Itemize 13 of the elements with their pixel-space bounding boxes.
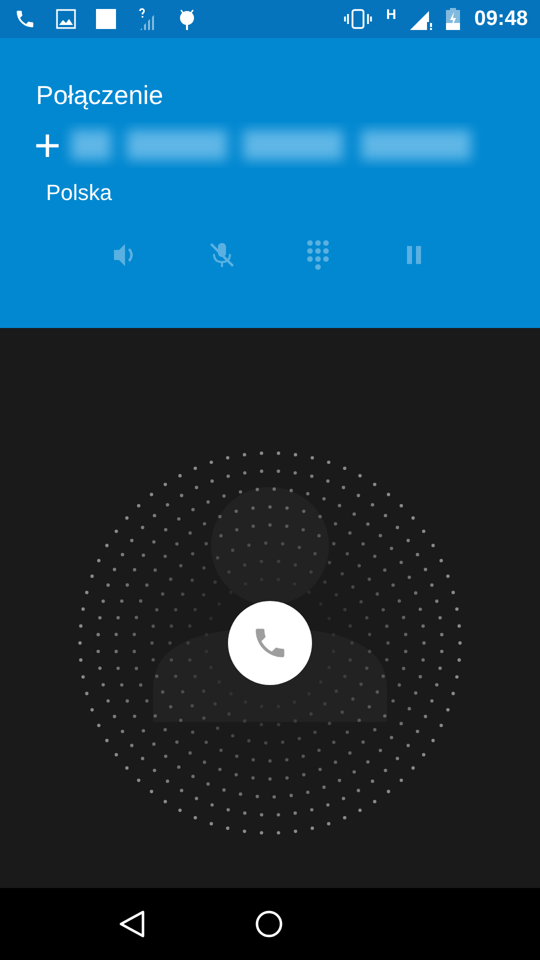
caller-location: Polska xyxy=(46,179,114,207)
android-icon xyxy=(178,8,196,30)
square-icon xyxy=(96,9,116,29)
back-icon[interactable] xyxy=(119,910,145,938)
battery-charging-icon xyxy=(446,8,460,30)
vibrate-icon xyxy=(344,9,372,29)
home-icon[interactable] xyxy=(255,910,283,938)
clock-time: 09:48 xyxy=(474,6,528,32)
network-type-label: H xyxy=(386,4,396,24)
phone-icon xyxy=(14,8,36,30)
image-icon xyxy=(56,9,76,29)
number-prefix: + xyxy=(34,122,61,168)
call-status-label: Połączenie xyxy=(36,82,164,108)
